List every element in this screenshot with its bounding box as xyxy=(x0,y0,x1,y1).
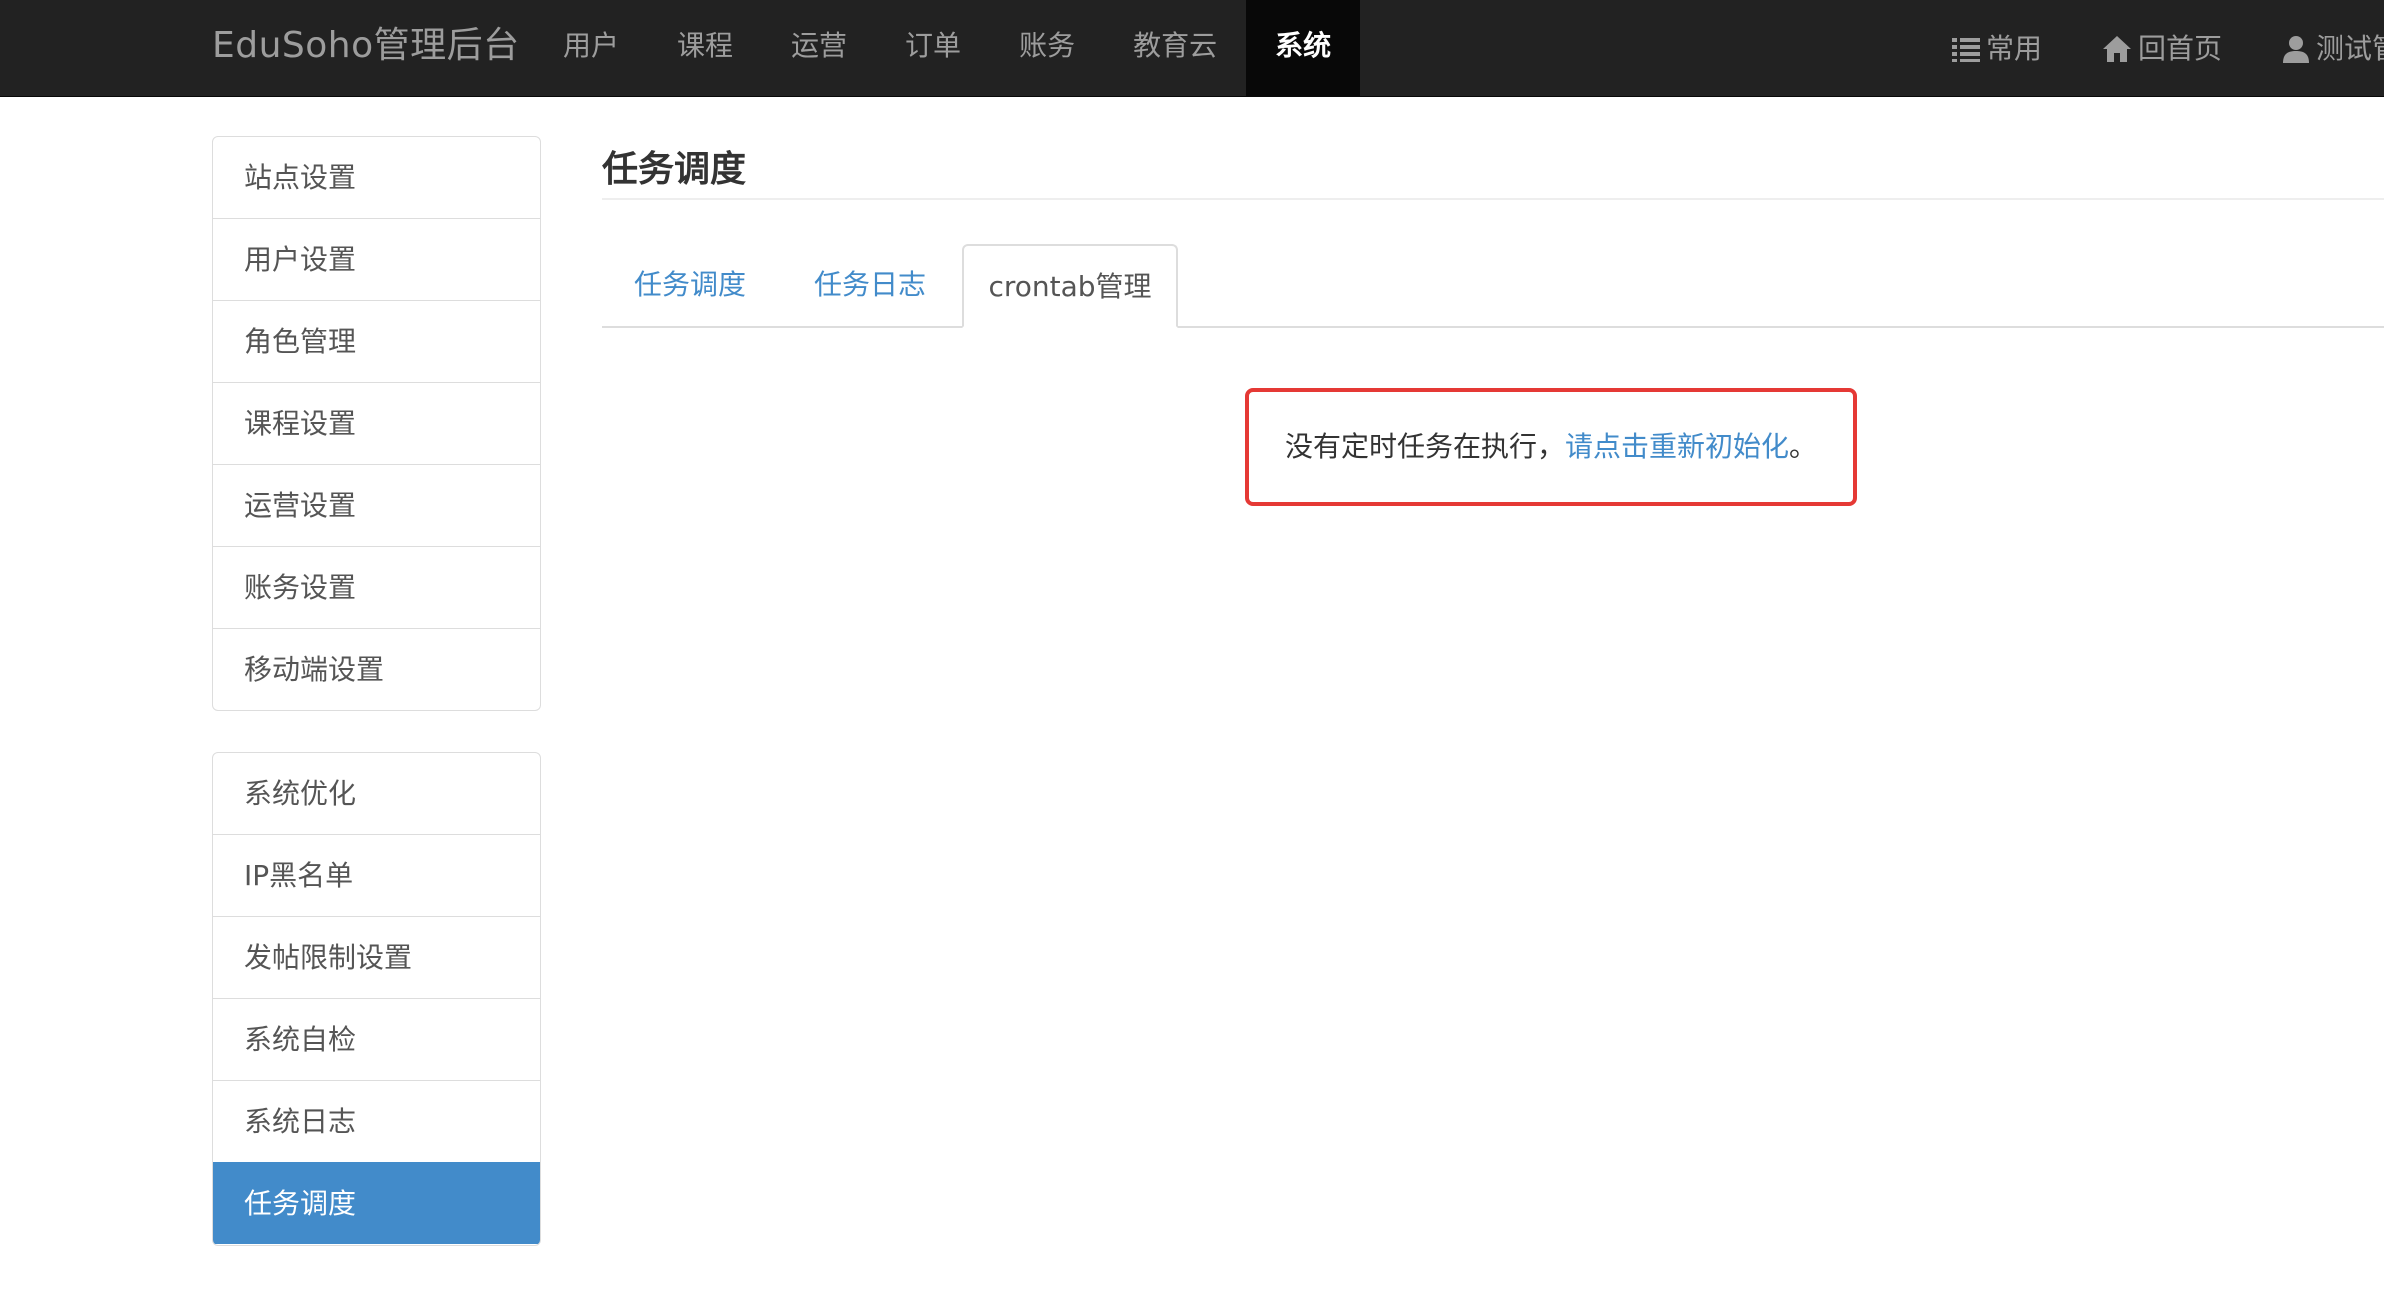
sidebar-group-system: 系统优化 IP黑名单 发帖限制设置 系统自检 系统日志 任务调度 xyxy=(212,752,541,1246)
home-icon xyxy=(2103,35,2132,62)
page-title: 任务调度 xyxy=(602,149,747,190)
sidebar-item-post-limit[interactable]: 发帖限制设置 xyxy=(213,916,540,998)
sidebar-item-site-settings[interactable]: 站点设置 xyxy=(213,137,540,218)
sidebar-item-operation-settings[interactable]: 运营设置 xyxy=(213,464,540,546)
no-task-notice: 没有定时任务在执行，请点击重新初始化。 xyxy=(1245,388,1857,506)
tab-crontab-management[interactable]: crontab管理 xyxy=(962,244,1178,328)
tab-job-scheduler[interactable]: 任务调度 xyxy=(634,244,746,328)
sidebar-item-user-settings[interactable]: 用户设置 xyxy=(213,218,540,300)
user-menu[interactable]: 测试管 xyxy=(2252,0,2384,97)
nav-item-operations[interactable]: 运营 xyxy=(762,0,876,97)
nav-item-accounts[interactable]: 账务 xyxy=(990,0,1104,97)
user-icon xyxy=(2283,35,2310,63)
nav-right: 常用 回首页 测试管 xyxy=(1922,0,2384,97)
top-navbar: EduSoho管理后台 用户 课程 运营 订单 账务 教育云 系统 常用 回首页… xyxy=(0,0,2384,97)
common-menu[interactable]: 常用 xyxy=(1922,0,2072,97)
nav-item-system[interactable]: 系统 xyxy=(1246,0,1361,97)
sidebar-item-job-scheduler[interactable]: 任务调度 xyxy=(213,1162,540,1244)
nav-item-orders[interactable]: 订单 xyxy=(876,0,990,97)
sidebar-item-system-log[interactable]: 系统日志 xyxy=(213,1080,540,1162)
sidebar-item-ip-blacklist[interactable]: IP黑名单 xyxy=(213,834,540,916)
sidebar-item-system-check[interactable]: 系统自检 xyxy=(213,998,540,1080)
home-label: 回首页 xyxy=(2138,31,2223,65)
sidebar-group-settings: 站点设置 用户设置 角色管理 课程设置 运营设置 账务设置 移动端设置 xyxy=(212,136,541,711)
home-link[interactable]: 回首页 xyxy=(2072,0,2252,97)
sidebar-item-system-optimize[interactable]: 系统优化 xyxy=(213,753,540,834)
nav-item-edu-cloud[interactable]: 教育云 xyxy=(1104,0,1246,97)
sidebar-item-mobile-settings[interactable]: 移动端设置 xyxy=(213,628,540,710)
sidebar-item-account-settings[interactable]: 账务设置 xyxy=(213,546,540,628)
common-label: 常用 xyxy=(1986,31,2043,65)
tab-bar: 任务调度 任务日志 crontab管理 xyxy=(602,244,2384,328)
nav-item-courses[interactable]: 课程 xyxy=(648,0,762,97)
notice-text: 没有定时任务在执行，请点击重新初始化。 xyxy=(1285,392,1817,502)
reinitialize-link[interactable]: 请点击重新初始化 xyxy=(1565,430,1789,463)
user-label: 测试管 xyxy=(2316,31,2384,65)
notice-period: 。 xyxy=(1789,430,1818,463)
nav-item-users[interactable]: 用户 xyxy=(534,0,648,97)
notice-message: 没有定时任务在执行， xyxy=(1285,430,1566,463)
tab-job-logs[interactable]: 任务日志 xyxy=(814,244,926,328)
main-nav: 用户 课程 运营 订单 账务 教育云 系统 xyxy=(534,0,1361,97)
sidebar-item-role-management[interactable]: 角色管理 xyxy=(213,300,540,382)
brand-logo[interactable]: EduSoho管理后台 xyxy=(212,0,520,97)
title-divider xyxy=(602,198,2384,200)
list-icon xyxy=(1952,37,1980,62)
sidebar-item-course-settings[interactable]: 课程设置 xyxy=(213,382,540,464)
